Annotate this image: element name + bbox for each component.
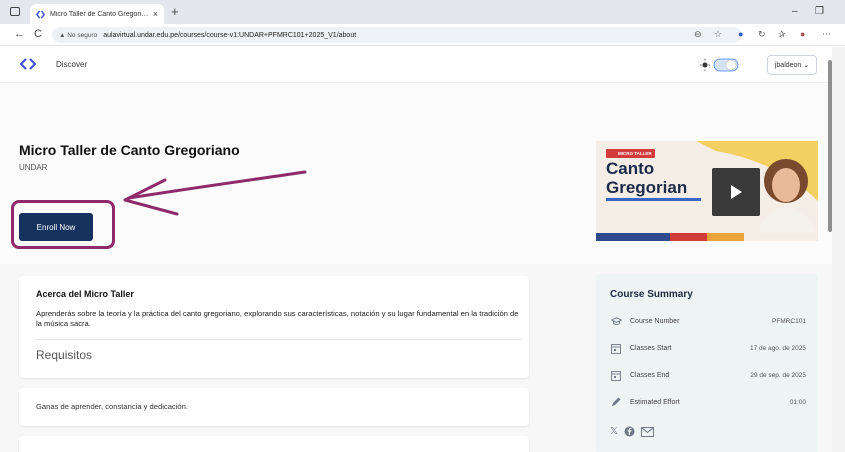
- nav-discover[interactable]: Discover: [56, 60, 87, 69]
- play-icon: [731, 185, 742, 199]
- play-button[interactable]: [712, 168, 760, 216]
- browser-tab[interactable]: Micro Taller de Canto Gregorian ×: [30, 4, 164, 24]
- site-favicon-icon: [36, 9, 45, 19]
- user-menu-button[interactable]: jbaldeon ⌄: [767, 55, 817, 75]
- about-description: Aprenderás sobre la teoría y la práctica…: [36, 309, 519, 328]
- page-scrollbar-track[interactable]: [832, 47, 845, 452]
- video-title-underline: [606, 198, 701, 201]
- email-icon[interactable]: [641, 426, 655, 437]
- url-text: aulavirtual.undar.edu.pe/courses/course-…: [103, 31, 357, 39]
- graduation-cap-icon: [610, 315, 622, 327]
- refresh-extension-icon[interactable]: ↻: [758, 29, 766, 40]
- summary-label: Classes Start: [630, 344, 672, 352]
- course-summary-title: Course Summary: [610, 289, 693, 300]
- calendar-icon: [610, 369, 622, 381]
- translate-icon[interactable]: ⊖: [694, 29, 702, 40]
- more-menu-icon[interactable]: ⋯: [822, 29, 831, 40]
- enroll-now-button[interactable]: Enroll Now: [19, 213, 93, 241]
- tab-actions-icon[interactable]: [10, 7, 20, 16]
- video-title-line1: Canto: [606, 159, 655, 178]
- favorites-icon[interactable]: ✰: [778, 29, 786, 40]
- requirements-text: Ganas de aprender, constancia y dedicaci…: [36, 402, 188, 411]
- tab-title: Micro Taller de Canto Gregorian: [50, 10, 149, 18]
- about-divider: [36, 339, 522, 340]
- site-logo-icon[interactable]: [19, 57, 37, 71]
- extension-icon[interactable]: ●: [738, 29, 743, 39]
- profile-icon[interactable]: ●: [800, 29, 805, 39]
- page-scrollbar-thumb[interactable]: [828, 60, 832, 232]
- minimize-button[interactable]: –: [792, 6, 798, 17]
- summary-row-course-number: Course Number PFMRC101: [610, 315, 806, 327]
- x-twitter-icon[interactable]: 𝕏: [610, 426, 618, 437]
- pencil-icon: [610, 396, 622, 408]
- summary-label: Classes End: [630, 371, 670, 379]
- calendar-icon: [610, 342, 622, 354]
- summary-value: PFMRC101: [772, 317, 806, 325]
- annotation-arrow: [123, 170, 307, 216]
- video-title-line2: Gregorian: [606, 178, 688, 197]
- restore-button[interactable]: ❐: [815, 6, 824, 17]
- address-bar-row: ← C ▲ No seguro aulavirtual.undar.edu.pe…: [0, 24, 845, 46]
- facebook-icon[interactable]: [624, 426, 635, 437]
- summary-value: 01:00: [789, 398, 806, 406]
- about-title: Acerca del Micro Taller: [36, 289, 134, 299]
- new-tab-button[interactable]: +: [171, 4, 179, 19]
- summary-value: 29 de sep. de 2025: [750, 371, 806, 379]
- course-video-thumbnail[interactable]: MICRO TALLER Canto Gregorian: [596, 141, 818, 241]
- reload-button[interactable]: C: [34, 28, 42, 40]
- url-field[interactable]: ▲ No seguro aulavirtual.undar.edu.pe/cou…: [52, 27, 742, 43]
- tab-close-icon[interactable]: ×: [153, 9, 158, 19]
- video-badge: MICRO TALLER: [606, 149, 655, 158]
- theme-toggle[interactable]: [700, 58, 752, 72]
- social-share-links: 𝕏: [610, 426, 655, 437]
- security-indicator[interactable]: ▲ No seguro: [59, 32, 97, 39]
- favorite-star-icon[interactable]: ☆: [714, 29, 722, 40]
- summary-value: 17 de ago. de 2025: [749, 344, 806, 352]
- summary-row-effort: Estimated Effort 01:00: [610, 396, 806, 408]
- course-title: Micro Taller de Canto Gregoriano: [19, 142, 240, 158]
- course-org: UNDAR: [19, 163, 48, 172]
- more-content-card: [19, 436, 529, 452]
- video-color-stripes: [596, 233, 818, 241]
- requirements-title: Requisitos: [36, 348, 93, 362]
- summary-row-classes-end: Classes End 29 de sep. de 2025: [610, 369, 806, 381]
- summary-row-classes-start: Classes Start 17 de ago. de 2025: [610, 342, 806, 354]
- back-button[interactable]: ←: [14, 28, 25, 40]
- summary-label: Estimated Effort: [630, 398, 680, 406]
- summary-label: Course Number: [630, 317, 680, 325]
